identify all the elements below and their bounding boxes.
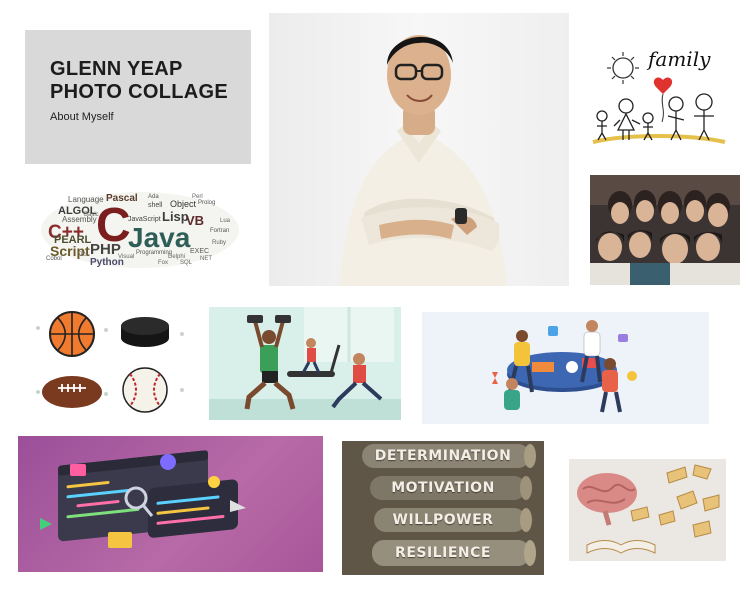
word-cloud-word: shell [148, 202, 163, 209]
word-cloud-word: Ada [148, 194, 159, 200]
log-label: RESILIENCE [395, 545, 491, 561]
log-label: WILLPOWER [392, 512, 494, 528]
football-icon [42, 376, 102, 408]
word-cloud-word: NET [200, 256, 212, 262]
word-cloud-word: PHP [90, 241, 121, 258]
word-cloud-word: Pascal [106, 193, 138, 204]
word-cloud-word: Fortran [210, 228, 230, 234]
word-cloud-word: PEARL [54, 234, 92, 246]
sports-balls-collage [30, 300, 190, 420]
word-cloud-word: Fox [158, 260, 169, 266]
word-cloud-word: EXEC [190, 248, 210, 255]
word-cloud-word: Basic [84, 212, 99, 218]
brain-books-illustration [569, 459, 726, 561]
word-cloud-word: Object [170, 199, 197, 209]
page-title: GLENN YEAP PHOTO COLLAGE [50, 58, 228, 103]
log-label: DETERMINATION [374, 448, 512, 464]
word-cloud-word: Ruby [212, 240, 227, 246]
word-cloud-word: Perl [192, 194, 203, 200]
word-cloud-word: Prolog [198, 200, 216, 206]
basketball-icon [49, 311, 95, 357]
word-cloud-word: JavaScript [128, 216, 161, 223]
hockey-puck-icon [121, 317, 169, 347]
word-cloud-word: Tcl [80, 252, 88, 258]
word-cloud-word: Cobol [46, 256, 62, 262]
gym-workout-illustration [209, 307, 401, 420]
group-selfie-photo [590, 175, 740, 285]
word-cloud-word: Lua [220, 218, 231, 224]
programming-languages-word-cloud: C Java C++ Script PHP Python ALGOL Pasca… [40, 190, 240, 270]
word-cloud-word: Lisp [162, 209, 189, 224]
motivation-logs-photo: DETERMINATION MOTIVATION WILLPOWER RESIL… [342, 441, 544, 575]
baseball-icon [122, 367, 168, 413]
page-subtitle: About Myself [50, 111, 114, 123]
team-meeting-illustration [422, 312, 709, 424]
family-drawing: family [588, 30, 730, 150]
portrait-photo [269, 13, 569, 286]
word-cloud-word: SQL [180, 260, 193, 266]
word-cloud-word: Language [68, 195, 104, 204]
family-word: family [646, 47, 711, 71]
log-label: MOTIVATION [391, 480, 495, 496]
word-cloud-word: Java [128, 222, 191, 253]
word-cloud-word: Programming [136, 250, 173, 256]
word-cloud-word: Visual [118, 254, 135, 260]
coding-illustration [18, 436, 323, 572]
title-card: GLENN YEAP PHOTO COLLAGE About Myself [25, 30, 251, 164]
word-cloud-word: VB [186, 213, 205, 228]
